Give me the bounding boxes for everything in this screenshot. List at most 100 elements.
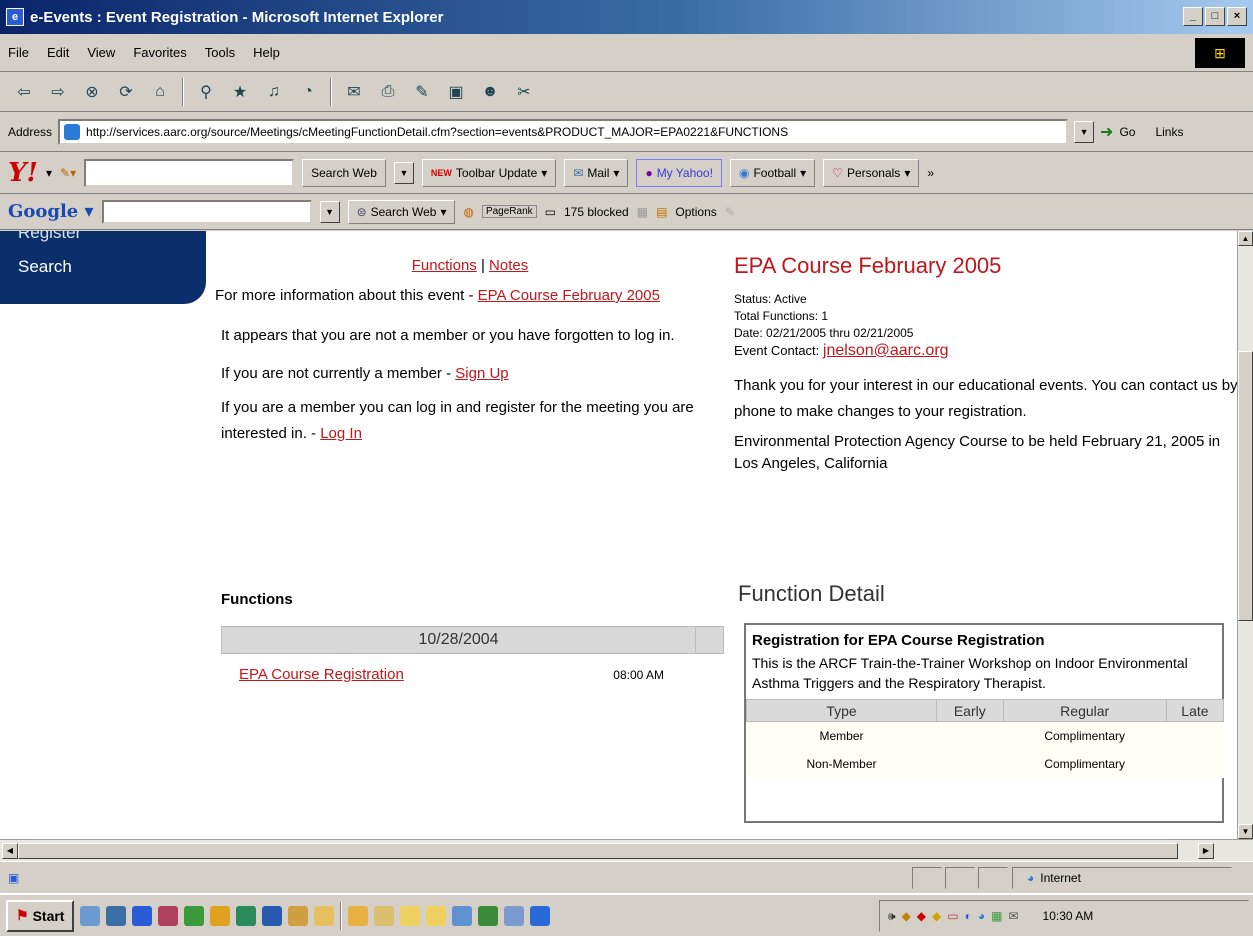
blocked-count[interactable]: 175 blocked [564,205,629,219]
menu-edit[interactable]: Edit [47,45,69,60]
task-button[interactable] [374,905,395,926]
menu-help[interactable]: Help [253,45,280,60]
mail-icon[interactable]: ✉ [342,80,366,104]
close-button[interactable]: × [1227,7,1247,26]
menu-favorites[interactable]: Favorites [133,45,186,60]
task-button[interactable] [530,905,551,926]
personals-button[interactable]: ♡ Personals ▾ [823,158,920,187]
history-icon[interactable]: ◔ [296,80,320,104]
scroll-right-icon[interactable]: ▶ [1198,843,1214,859]
menu-tools[interactable]: Tools [205,45,235,60]
task-button[interactable] [348,905,369,926]
tools-icon[interactable]: ✂ [512,80,536,104]
options-button[interactable]: Options [675,205,716,219]
yahoo-mail-button[interactable]: ✉ Mail ▾ [564,158,629,187]
yahoo-search-input[interactable] [84,158,295,187]
quicklaunch-icon[interactable] [80,905,101,926]
refresh-icon[interactable]: ⟳ [114,80,138,104]
horizontal-scroll-thumb[interactable] [18,843,1178,859]
quicklaunch-icon[interactable] [184,905,205,926]
print-icon[interactable]: ⎙ [376,80,400,104]
sign-up-link[interactable]: Sign Up [455,365,508,382]
links-button[interactable]: Links [1155,125,1183,139]
volume-icon[interactable]: 🕪 [888,909,896,924]
tray-icon[interactable]: ▭ [947,909,958,923]
task-button[interactable] [426,905,447,926]
news-icon[interactable]: ◍ [463,205,473,219]
vertical-scroll-thumb[interactable] [1238,351,1253,621]
functions-link[interactable]: Functions [412,257,477,274]
google-search-web-button[interactable]: ⊜ Search Web ▾ [347,199,456,224]
yahoo-menu-icon[interactable]: ▾ [46,166,52,180]
event-status: Status: Active [734,292,807,306]
my-yahoo-button[interactable]: ● My Yahoo! [636,158,722,187]
quicklaunch-icon[interactable] [132,905,153,926]
chevron-more-icon[interactable]: » [927,166,934,180]
messenger-icon[interactable]: ☻ [478,80,502,104]
pencil-icon[interactable]: ✎▾ [60,166,76,180]
contact-email-link[interactable]: jnelson@aarc.org [823,342,949,359]
start-button[interactable]: ⚑ Start [6,899,75,932]
nav-register-link[interactable]: Register [18,231,81,243]
yahoo-search-dropdown-icon[interactable]: ▼ [393,161,414,184]
go-button[interactable]: Go [1119,125,1135,139]
title-bar[interactable]: e e-Events : Event Registration - Micros… [0,0,1253,34]
tray-icon[interactable]: ◆ [917,909,926,923]
task-button[interactable] [400,905,421,926]
football-button[interactable]: ◉ Football ▾ [729,158,816,187]
quicklaunch-icon[interactable] [288,905,309,926]
task-button[interactable] [452,905,473,926]
stop-icon[interactable]: ⊗ [80,80,104,104]
task-button[interactable] [504,905,525,926]
favorites-icon[interactable]: ★ [228,80,252,104]
edit-icon[interactable]: ✎ [410,80,434,104]
address-dropdown-icon[interactable]: ▼ [1074,120,1095,143]
mail-tray-icon[interactable]: ✉ [1008,909,1018,923]
function-link[interactable]: EPA Course Registration [239,662,404,688]
highlighter-icon[interactable]: ✎ [725,205,735,219]
toolbar-update-button[interactable]: NEW Toolbar Update ▾ [421,158,557,187]
network-icon[interactable]: ◕ [978,909,985,923]
quicklaunch-icon[interactable] [210,905,231,926]
quicklaunch-icon[interactable] [262,905,283,926]
nav-search-link[interactable]: Search [18,257,72,277]
log-in-link[interactable]: Log In [320,425,362,442]
clock[interactable]: 10:30 AM [1043,909,1094,923]
menu-view[interactable]: View [87,45,115,60]
quicklaunch-icon[interactable] [314,905,335,926]
scroll-left-icon[interactable]: ◀ [2,843,18,859]
address-input[interactable]: http://services.aarc.org/source/Meetings… [58,118,1069,145]
autofill-icon[interactable]: ▦ [637,205,648,219]
tray-icon[interactable]: ▦ [991,909,1002,923]
media-icon[interactable]: ♫ [262,80,286,104]
event-link[interactable]: EPA Course February 2005 [478,287,660,304]
menu-file[interactable]: File [8,45,29,60]
google-dropdown-icon[interactable]: ▼ [319,200,340,223]
quicklaunch-icon[interactable] [236,905,257,926]
yahoo-logo-icon[interactable]: Y! [8,158,38,188]
quicklaunch-icon[interactable] [106,905,127,926]
task-button[interactable] [478,905,499,926]
pagerank-icon[interactable]: PageRank [481,205,537,218]
google-search-input[interactable] [101,199,312,224]
minimize-button[interactable]: _ [1183,7,1203,26]
discuss-icon[interactable]: ▣ [444,80,468,104]
scroll-up-icon[interactable]: ▲ [1238,231,1253,246]
tray-icon[interactable]: ◐ [965,909,972,923]
horizontal-scrollbar[interactable]: ◀ ▶ [0,839,1253,861]
vertical-scrollbar[interactable]: ▲ ▼ [1237,231,1253,839]
go-arrow-icon[interactable]: ➜ [1100,122,1113,142]
date-header: 10/28/2004 [221,626,724,654]
maximize-button[interactable]: □ [1205,7,1225,26]
back-icon[interactable]: ⇦ [12,80,36,104]
home-icon[interactable]: ⌂ [148,80,172,104]
scroll-down-icon[interactable]: ▼ [1238,824,1253,839]
tray-icon[interactable]: ◆ [932,909,941,923]
google-logo-icon[interactable]: Google ▾ [8,201,94,222]
forward-icon[interactable]: ⇨ [46,80,70,104]
notes-link[interactable]: Notes [489,257,528,274]
search-icon[interactable]: ⚲ [194,80,218,104]
yahoo-search-web-button[interactable]: Search Web [302,158,386,187]
tray-icon[interactable]: ◆ [902,909,911,923]
quicklaunch-icon[interactable] [158,905,179,926]
